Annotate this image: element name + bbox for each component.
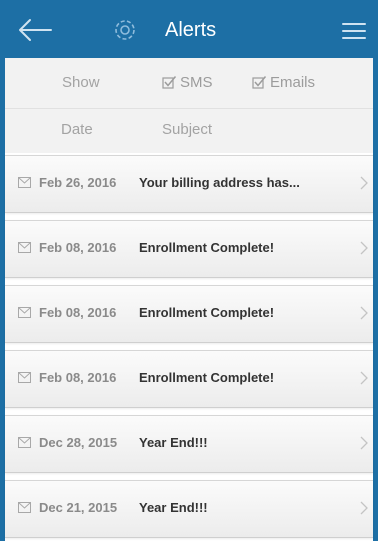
envelope-icon [18,242,31,253]
chevron-right-icon [360,306,368,320]
alert-row[interactable]: Dec 28, 2015 Year End!!! [5,415,373,473]
alert-date: Feb 08, 2016 [39,305,117,320]
alert-row[interactable]: Feb 26, 2016 Your billing address has... [5,155,373,213]
chevron-right-icon [360,241,368,255]
envelope-icon [18,307,31,318]
chevron-right-icon [360,436,368,450]
arrow-left-icon[interactable] [15,12,55,48]
alert-subject: Year End!!! [139,500,208,515]
subject-column-header[interactable]: Subject [162,121,212,138]
alert-row[interactable]: Feb 08, 2016 Enrollment Complete! [5,220,373,278]
envelope-icon [18,372,31,383]
emails-checkbox[interactable]: Emails [252,74,315,91]
alert-date: Feb 08, 2016 [39,240,117,255]
alert-subject: Enrollment Complete! [139,370,275,385]
page-title: Alerts [165,19,217,41]
chevron-right-icon [360,371,368,385]
alert-row[interactable]: Feb 08, 2016 Enrollment Complete! [5,285,373,343]
alerts-list: Feb 26, 2016 Your billing address has...… [5,155,373,545]
alert-row[interactable]: Feb 08, 2016 Enrollment Complete! [5,350,373,408]
column-header: Date Subject [5,109,373,153]
alert-row[interactable]: Dec 21, 2015 Year End!!! [5,480,373,538]
emails-label: Emails [270,74,316,91]
chevron-right-icon [360,176,368,190]
filter-bar: Show SMS Emails [5,58,373,109]
envelope-icon [18,177,31,188]
alert-date: Feb 08, 2016 [39,370,117,385]
envelope-icon [18,437,31,448]
alert-date: Dec 21, 2015 [39,500,118,515]
chevron-right-icon [360,501,368,515]
alert-date: Dec 28, 2015 [39,435,118,450]
envelope-icon [18,502,31,513]
alert-subject: Enrollment Complete! [139,240,275,255]
show-label: Show [62,74,100,91]
alert-date: Feb 26, 2016 [39,175,117,190]
nav-bar: Alerts [5,2,373,58]
alert-subject: Your billing address has... [139,175,300,190]
gear-icon[interactable] [110,15,140,45]
alert-subject: Enrollment Complete! [139,305,275,320]
sms-checkbox[interactable]: SMS [162,74,213,91]
date-column-header[interactable]: Date [61,121,93,138]
hamburger-icon[interactable] [341,20,367,42]
sms-label: SMS [180,74,213,91]
alert-subject: Year End!!! [139,435,208,450]
checkbox-checked-icon [252,76,267,89]
checkbox-checked-icon [162,76,177,89]
